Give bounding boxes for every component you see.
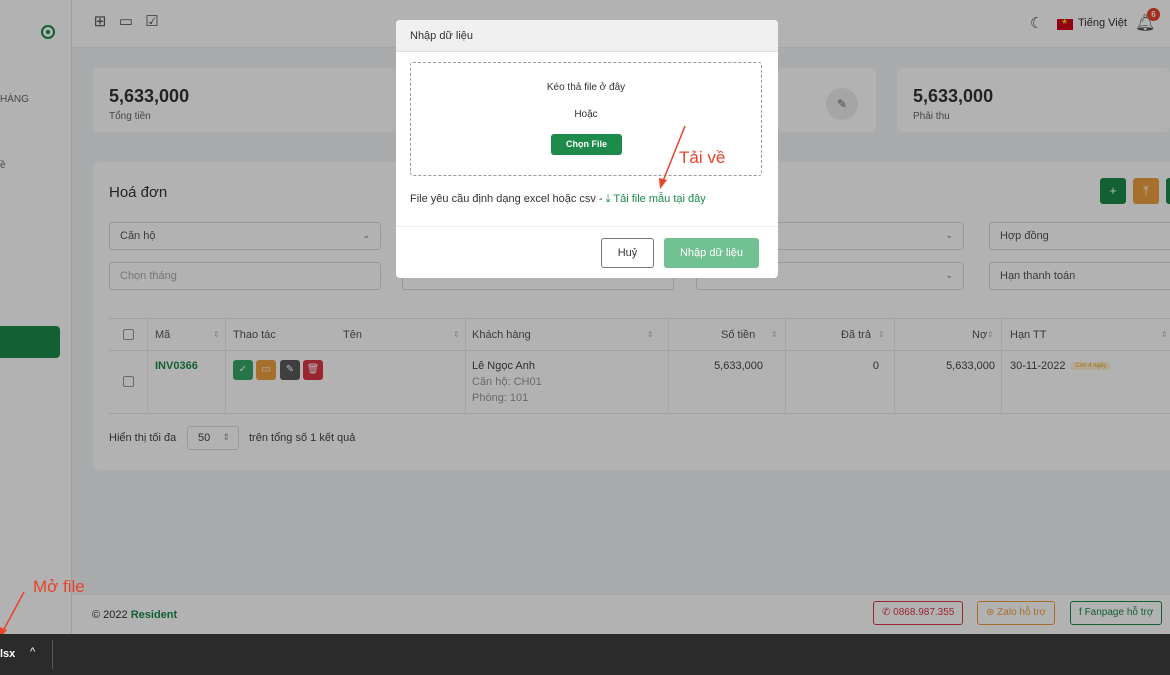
drop-text: Kéo thả file ở đây [546, 82, 626, 93]
download-bar-divider [52, 640, 53, 669]
download-annotation: Tải về [679, 148, 726, 167]
format-note: File yêu cầu định dạng excel hoặc csv - … [410, 193, 706, 206]
chevron-up-icon[interactable]: ^ [30, 646, 35, 658]
modal-title: Nhập dữ liệu [396, 20, 778, 52]
download-template-link[interactable]: Tải file mẫu tại đây [613, 193, 705, 205]
open-file-annotation: Mở file [33, 577, 85, 596]
download-icon[interactable]: ⤓ [606, 193, 611, 205]
download-bar: lsx ^ [0, 634, 1170, 675]
format-note-text: File yêu cầu định dạng excel hoặc csv - [410, 193, 606, 205]
import-button[interactable]: Nhập dữ liệu [664, 238, 759, 268]
or-text: Hoặc [574, 109, 598, 120]
choose-file-button[interactable]: Chọn File [551, 134, 622, 155]
downloaded-file[interactable]: lsx [0, 648, 15, 660]
cancel-button[interactable]: Huỷ [601, 238, 654, 268]
modal-divider [396, 226, 778, 227]
